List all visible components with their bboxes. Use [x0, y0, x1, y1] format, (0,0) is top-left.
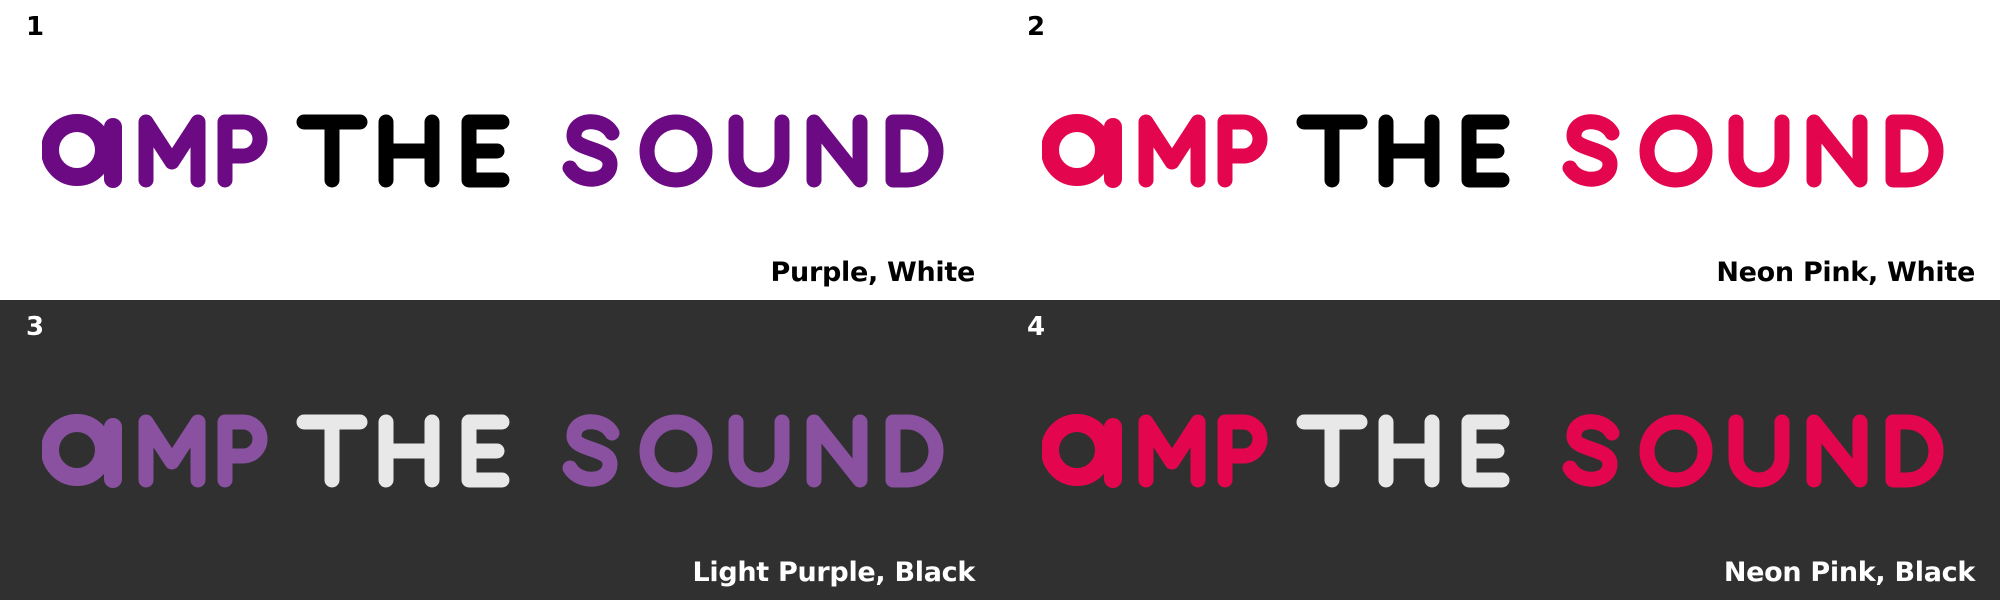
- variant-caption: Neon Pink, White: [1716, 257, 1975, 288]
- logo: amp THE SOUND: [1042, 400, 1962, 500]
- logo: amp THE SOUND: [1042, 100, 1962, 200]
- variant-panel-4: 4 amp THE SOUND Neon Pink, Black: [1000, 300, 2000, 600]
- logo-word-amp: [42, 114, 268, 188]
- logo-word-amp: [1042, 414, 1268, 488]
- logo-variants-grid: 1 amp THE SOUND Purple, White 2 amp THE …: [0, 0, 2000, 600]
- logo-word-the: [296, 114, 510, 188]
- logo-word-sound: [1562, 414, 1944, 488]
- variant-caption: Neon Pink, Black: [1723, 557, 1975, 588]
- variant-number: 4: [1027, 312, 1046, 342]
- variant-caption: Light Purple, Black: [692, 557, 975, 588]
- logo-word-sound: [1562, 114, 1944, 188]
- variant-number: 1: [26, 12, 45, 42]
- variant-caption: Purple, White: [770, 257, 976, 288]
- logo: amp THE SOUND: [42, 100, 962, 200]
- logo-artwork: amp THE SOUND: [1042, 114, 1944, 188]
- logo: amp THE SOUND: [42, 400, 962, 500]
- logo-artwork: amp THE SOUND: [42, 414, 944, 488]
- logo-word-sound: [562, 114, 944, 188]
- logo-word-amp: [42, 414, 268, 488]
- variant-panel-1: 1 amp THE SOUND Purple, White: [0, 0, 1000, 300]
- variant-number: 3: [26, 312, 45, 342]
- variant-number: 2: [1027, 12, 1046, 42]
- logo-word-amp: [1042, 114, 1268, 188]
- logo-word-the: [1296, 414, 1510, 488]
- logo-word-sound: [562, 414, 944, 488]
- logo-artwork: amp THE SOUND: [42, 114, 944, 188]
- logo-word-the: [296, 414, 510, 488]
- variant-panel-3: 3 amp THE SOUND Light Purple, Black: [0, 300, 1000, 600]
- logo-artwork: amp THE SOUND: [1042, 414, 1944, 488]
- logo-word-the: [1296, 114, 1510, 188]
- variant-panel-2: 2 amp THE SOUND Neon Pink, White: [1000, 0, 2000, 300]
